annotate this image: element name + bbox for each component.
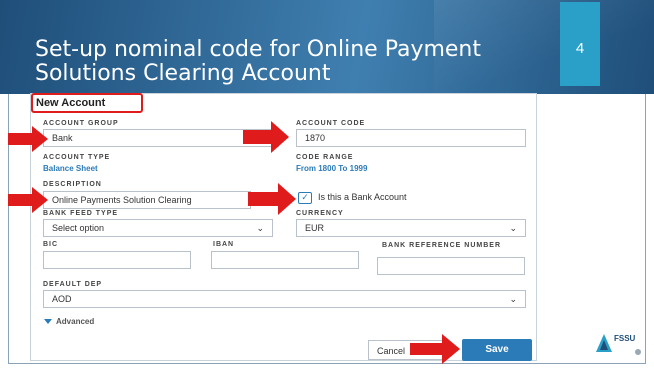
account-type-label: ACCOUNT TYPE xyxy=(43,154,111,161)
iban-field[interactable] xyxy=(211,251,359,269)
advanced-toggle[interactable]: Advanced xyxy=(44,317,94,326)
chevron-down-icon: ⌄ xyxy=(256,223,264,233)
form-heading: New Account xyxy=(31,93,143,113)
code-range-value: From 1800 To 1999 xyxy=(296,164,368,173)
code-range-label: CODE RANGE xyxy=(296,154,354,161)
description-label: DESCRIPTION xyxy=(43,181,102,188)
currency-label: CURRENCY xyxy=(296,210,344,217)
bic-field[interactable] xyxy=(43,251,191,269)
account-group-value: Bank xyxy=(52,133,73,143)
red-arrow-icon xyxy=(248,183,296,215)
account-code-field[interactable]: 1870 xyxy=(296,129,526,147)
red-arrow-icon xyxy=(8,126,48,152)
account-group-label: ACCOUNT GROUP xyxy=(43,120,119,127)
page-number: 4 xyxy=(575,40,585,57)
red-arrow-icon xyxy=(410,334,460,364)
account-code-value: 1870 xyxy=(305,133,326,143)
save-button[interactable]: Save xyxy=(462,339,532,361)
bank-reference-label: BANK REFERENCE NUMBER xyxy=(382,242,502,249)
bank-account-checkbox[interactable]: ✓ xyxy=(298,192,312,204)
default-dep-value: AOD xyxy=(52,294,72,304)
bank-feed-type-label: BANK FEED TYPE xyxy=(43,210,119,217)
iban-label: IBAN xyxy=(213,241,235,248)
red-arrow-icon xyxy=(243,121,289,153)
chevron-down-icon: ⌄ xyxy=(509,294,517,304)
description-field[interactable]: Online Payments Solution Clearing xyxy=(43,191,251,209)
logo-name: FSSU xyxy=(614,334,636,343)
page-number-box: 4 xyxy=(560,2,600,86)
currency-select[interactable]: EUR ⌄ xyxy=(296,219,526,237)
caret-down-icon xyxy=(44,319,52,325)
slide: Set-up nominal code for Online Payment S… xyxy=(0,0,654,370)
account-type-value: Balance Sheet xyxy=(43,164,98,173)
red-arrow-icon xyxy=(8,187,48,213)
currency-value: EUR xyxy=(305,223,325,233)
bank-feed-type-select[interactable]: Select option ⌄ xyxy=(43,219,273,237)
chevron-down-icon: ⌄ xyxy=(509,223,517,233)
default-dep-select[interactable]: AOD ⌄ xyxy=(43,290,526,308)
bank-account-checkbox-label: Is this a Bank Account xyxy=(318,192,407,202)
description-value: Online Payments Solution Clearing xyxy=(52,195,192,205)
advanced-label: Advanced xyxy=(56,317,95,326)
bic-label: BIC xyxy=(43,241,59,248)
default-dep-label: DEFAULT DEP xyxy=(43,281,103,288)
bank-reference-field[interactable] xyxy=(377,257,525,275)
slide-title: Set-up nominal code for Online Payment S… xyxy=(35,37,482,86)
account-code-label: ACCOUNT CODE xyxy=(296,120,366,127)
bank-feed-type-value: Select option xyxy=(52,223,105,233)
